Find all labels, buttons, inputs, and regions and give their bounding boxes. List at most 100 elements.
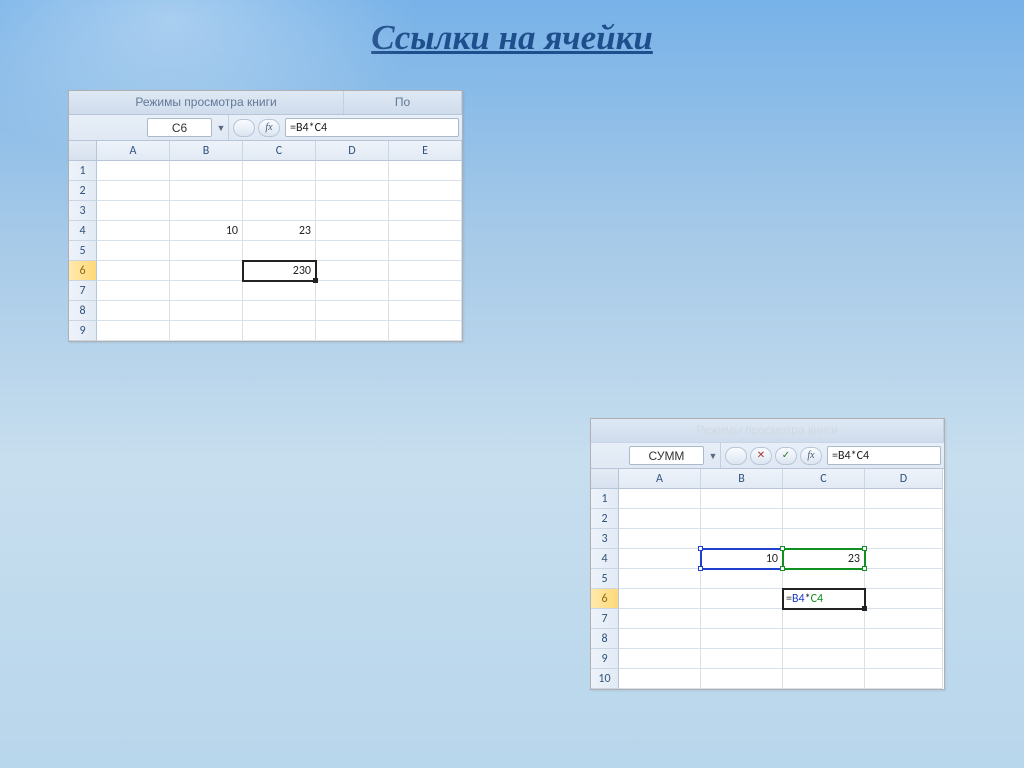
cell[interactable]	[865, 529, 943, 549]
cell[interactable]	[865, 669, 943, 689]
cell[interactable]	[170, 281, 243, 301]
spreadsheet-grid[interactable]: A B C D 1 2 3 4 10 23 5 6 =B4*C4 7 8 9	[591, 469, 944, 689]
row-header[interactable]: 7	[591, 609, 619, 629]
cell[interactable]	[389, 281, 462, 301]
cell[interactable]	[97, 221, 170, 241]
col-header[interactable]: D	[316, 141, 389, 161]
cell[interactable]	[701, 529, 783, 549]
cell[interactable]	[865, 589, 943, 609]
cell[interactable]	[865, 629, 943, 649]
cell[interactable]	[243, 301, 316, 321]
cell[interactable]	[316, 221, 389, 241]
cell[interactable]	[243, 281, 316, 301]
cell[interactable]	[783, 669, 865, 689]
row-header[interactable]: 8	[69, 301, 97, 321]
cell[interactable]	[701, 609, 783, 629]
select-all-corner[interactable]	[591, 469, 619, 489]
cell[interactable]	[701, 569, 783, 589]
cell[interactable]	[316, 321, 389, 341]
row-header[interactable]: 9	[69, 321, 97, 341]
cell[interactable]	[783, 529, 865, 549]
cell[interactable]	[701, 629, 783, 649]
row-header[interactable]: 3	[69, 201, 97, 221]
cell[interactable]	[389, 321, 462, 341]
cell[interactable]	[97, 201, 170, 221]
name-box-dropdown-icon[interactable]: ▼	[706, 443, 720, 468]
cell[interactable]	[316, 281, 389, 301]
cell[interactable]	[619, 509, 701, 529]
cell[interactable]	[316, 241, 389, 261]
cell[interactable]	[316, 161, 389, 181]
cell[interactable]	[783, 629, 865, 649]
cell[interactable]	[619, 629, 701, 649]
cell[interactable]	[865, 609, 943, 629]
col-header[interactable]: A	[619, 469, 701, 489]
row-header[interactable]: 3	[591, 529, 619, 549]
row-header[interactable]: 9	[591, 649, 619, 669]
cell[interactable]	[97, 241, 170, 261]
cell[interactable]	[243, 321, 316, 341]
cell[interactable]	[243, 181, 316, 201]
row-header[interactable]: 4	[591, 549, 619, 569]
cell-c4[interactable]: 23	[243, 221, 316, 241]
cell[interactable]	[389, 181, 462, 201]
cell[interactable]	[701, 669, 783, 689]
cell[interactable]	[865, 549, 943, 569]
cell[interactable]	[170, 181, 243, 201]
cell[interactable]	[170, 321, 243, 341]
select-all-corner[interactable]	[69, 141, 97, 161]
cell[interactable]	[619, 589, 701, 609]
col-header[interactable]: E	[389, 141, 462, 161]
cell-b4[interactable]: 10	[170, 221, 243, 241]
cell[interactable]	[389, 221, 462, 241]
cell[interactable]	[170, 261, 243, 281]
cell[interactable]	[243, 201, 316, 221]
formula-input[interactable]: =B4*C4	[285, 118, 459, 137]
name-box[interactable]: СУММ	[629, 446, 704, 465]
col-header[interactable]: A	[97, 141, 170, 161]
cell-c4-ref[interactable]: 23	[783, 549, 865, 569]
cell[interactable]	[701, 489, 783, 509]
name-box-dropdown-icon[interactable]: ▼	[214, 115, 228, 140]
cell[interactable]	[389, 201, 462, 221]
fx-button[interactable]: fx	[258, 119, 280, 137]
row-header[interactable]: 2	[591, 509, 619, 529]
cell-b4-ref[interactable]: 10	[701, 549, 783, 569]
cell[interactable]	[389, 161, 462, 181]
row-header[interactable]: 10	[591, 669, 619, 689]
cell[interactable]	[389, 241, 462, 261]
row-header[interactable]: 6	[591, 589, 619, 609]
cell[interactable]	[619, 569, 701, 589]
cell[interactable]	[97, 181, 170, 201]
cell[interactable]	[783, 509, 865, 529]
cell[interactable]	[170, 241, 243, 261]
cancel-button[interactable]: ✕	[750, 447, 772, 465]
cell[interactable]	[783, 569, 865, 589]
cell[interactable]	[619, 649, 701, 669]
cell[interactable]	[619, 609, 701, 629]
cell[interactable]	[619, 549, 701, 569]
cell[interactable]	[316, 201, 389, 221]
cell[interactable]	[783, 489, 865, 509]
cell[interactable]	[865, 569, 943, 589]
cell[interactable]	[619, 489, 701, 509]
cell-c6-editing[interactable]: =B4*C4	[783, 589, 865, 609]
cell[interactable]	[783, 609, 865, 629]
enter-button[interactable]: ✓	[775, 447, 797, 465]
cell[interactable]	[170, 201, 243, 221]
cell[interactable]	[389, 301, 462, 321]
cell[interactable]	[97, 301, 170, 321]
row-header[interactable]: 5	[69, 241, 97, 261]
cell[interactable]	[701, 589, 783, 609]
name-box[interactable]: C6	[147, 118, 212, 137]
cell[interactable]	[701, 509, 783, 529]
col-header[interactable]: B	[701, 469, 783, 489]
cell[interactable]	[865, 489, 943, 509]
cell[interactable]	[316, 181, 389, 201]
row-header[interactable]: 6	[69, 261, 97, 281]
col-header[interactable]: D	[865, 469, 943, 489]
cell[interactable]	[97, 281, 170, 301]
cell[interactable]	[865, 649, 943, 669]
cell[interactable]	[316, 301, 389, 321]
col-header[interactable]: C	[783, 469, 865, 489]
